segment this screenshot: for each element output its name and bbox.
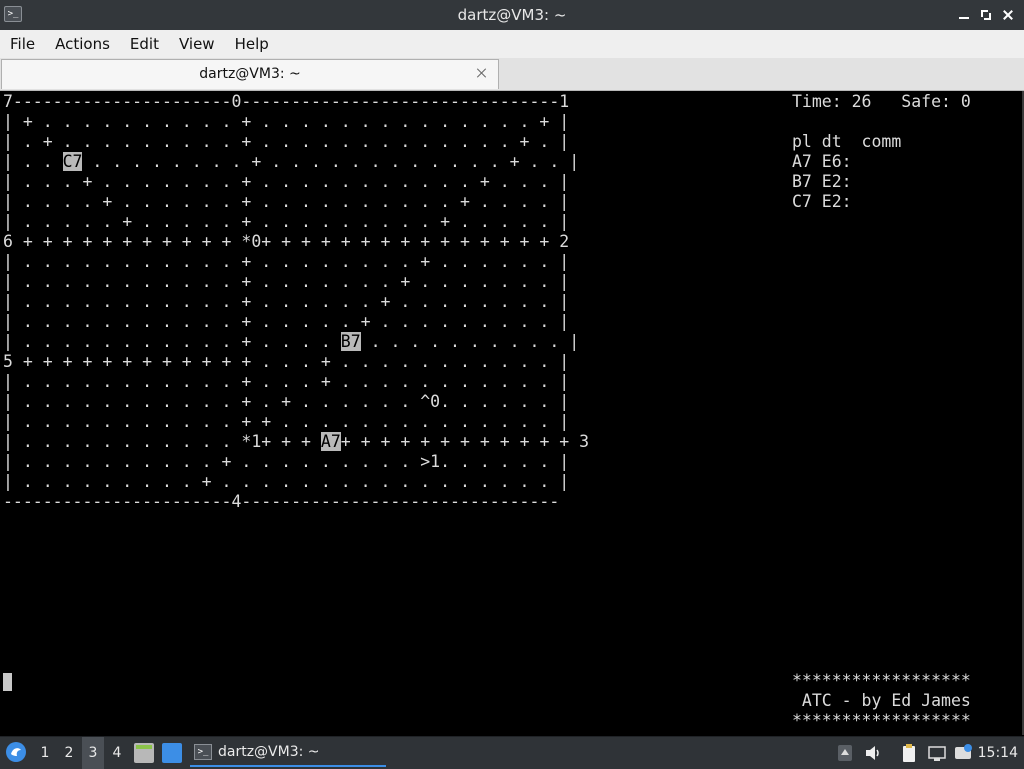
banner-line-bottom: ******************: [792, 711, 971, 730]
workspace-1[interactable]: 1: [34, 737, 56, 769]
close-icon[interactable]: [1002, 9, 1014, 21]
safe-value: 0: [960, 92, 971, 111]
banner-credit: ATC - by Ed James: [792, 691, 971, 710]
board-row: | . . . . . . . . . . . + . + . . . . . …: [3, 392, 570, 411]
maximize-icon[interactable]: [980, 9, 992, 21]
board-row: | . . . . . . . . . . . + . . . + . . . …: [3, 372, 570, 391]
board-row: 7----------------------0----------------…: [3, 92, 570, 111]
text-cursor: [3, 673, 12, 691]
clipboard-icon[interactable]: [900, 743, 918, 763]
terminal-tab[interactable]: dartz@VM3: ~: [1, 59, 499, 89]
taskbar: 1 2 3 4 >_ dartz@VM3: ~ 15:14: [0, 736, 1024, 769]
terminal-area[interactable]: 7----------------------0----------------…: [0, 91, 1024, 735]
menu-actions[interactable]: Actions: [45, 35, 120, 53]
plane-row-c7: C7 E2:: [792, 192, 852, 211]
time-label: Time:: [792, 92, 842, 111]
board-row: | . . . . . . . . . . . + . . . . . + . …: [3, 312, 570, 331]
tab-bar: dartz@VM3: ~: [0, 58, 1024, 91]
window-controls: [958, 0, 1014, 30]
minimize-icon[interactable]: [958, 9, 970, 21]
taskbar-task-label: dartz@VM3: ~: [218, 744, 320, 760]
window-title: dartz@VM3: ~: [457, 6, 567, 24]
tab-close-icon[interactable]: [476, 67, 488, 79]
plane-table-header: pl dt comm: [792, 132, 902, 151]
start-menu-icon[interactable]: [5, 741, 27, 763]
plane-row-a7: A7 E6:: [792, 152, 852, 171]
board-row: | . . . . . . . . . . . + + . . . . . . …: [3, 412, 570, 431]
workspace-2[interactable]: 2: [58, 737, 80, 769]
plane-marker-c7: C7: [62, 152, 83, 171]
menu-help[interactable]: Help: [225, 35, 279, 53]
board-row: | . . C7 . . . . . . . . + . . . . . . .…: [3, 152, 580, 171]
volume-icon[interactable]: [864, 743, 882, 763]
board-row: | . . . . . . . . . . . + . . . . . . + …: [3, 292, 570, 311]
tab-label: dartz@VM3: ~: [199, 66, 301, 82]
atc-radar-board: 7----------------------0----------------…: [3, 92, 589, 512]
board-row: | . . . . . . . . . . . *1+ + + A7+ + + …: [3, 432, 590, 451]
plane-row-b7: B7 E2:: [792, 172, 852, 191]
notification-icon[interactable]: [954, 743, 972, 763]
board-row: | . . . . . + . . . . . + . . . . . . . …: [3, 212, 570, 231]
board-row: 5 + + + + + + + + + + + + . . . + . . . …: [3, 352, 570, 371]
board-row: -----------------------4----------------…: [3, 492, 560, 511]
atc-credits-banner: ****************** ATC - by Ed James ***…: [792, 671, 971, 731]
clock[interactable]: 15:14: [978, 737, 1018, 769]
show-desktop-icon[interactable]: [162, 743, 182, 763]
board-row: | . + . . . . . . . . . + . . . . . . . …: [3, 132, 570, 151]
workspace-3[interactable]: 3: [82, 737, 104, 769]
board-row: | . . . . + . . . . . . + . . . . . . . …: [3, 192, 570, 211]
board-row: 6 + + + + + + + + + + + *0+ + + + + + + …: [3, 232, 570, 251]
menu-file[interactable]: File: [0, 35, 45, 53]
board-row: | . . . + . . . . . . . + . . . . . . . …: [3, 172, 570, 191]
safe-label: Safe:: [901, 92, 951, 111]
plane-marker-a7: A7: [320, 432, 341, 451]
banner-line-top: ******************: [792, 671, 971, 690]
atc-info-panel: Time: 26 Safe: 0 pl dt comm A7 E6: B7 E2…: [792, 92, 971, 212]
plane-marker-b7: B7: [340, 332, 361, 351]
menu-view[interactable]: View: [169, 35, 225, 53]
terminal-task-icon: >_: [194, 744, 212, 760]
board-row: | . . . . . . . . . . . + . . . . . . . …: [3, 252, 570, 271]
board-row: | . . . . . . . . . . . + . . . . B7 . .…: [3, 332, 580, 351]
board-row: | + . . . . . . . . . . + . . . . . . . …: [3, 112, 570, 131]
board-row: | . . . . . . . . . . . + . . . . . . . …: [3, 272, 570, 291]
taskbar-terminal-button[interactable]: >_ dartz@VM3: ~: [190, 739, 386, 767]
time-value: 26: [851, 92, 872, 111]
menu-bar: File Actions Edit View Help: [0, 30, 1024, 58]
menu-edit[interactable]: Edit: [120, 35, 169, 53]
network-icon[interactable]: [928, 743, 946, 763]
workspace-4[interactable]: 4: [106, 737, 128, 769]
window-titlebar[interactable]: >_ dartz@VM3: ~: [0, 0, 1024, 30]
board-row: | . . . . . . . . . . + . . . . . . . . …: [3, 452, 570, 471]
file-manager-icon[interactable]: [134, 743, 154, 763]
board-row: | . . . . . . . . . + . . . . . . . . . …: [3, 472, 570, 491]
tray-arrow-icon[interactable]: [836, 743, 854, 763]
